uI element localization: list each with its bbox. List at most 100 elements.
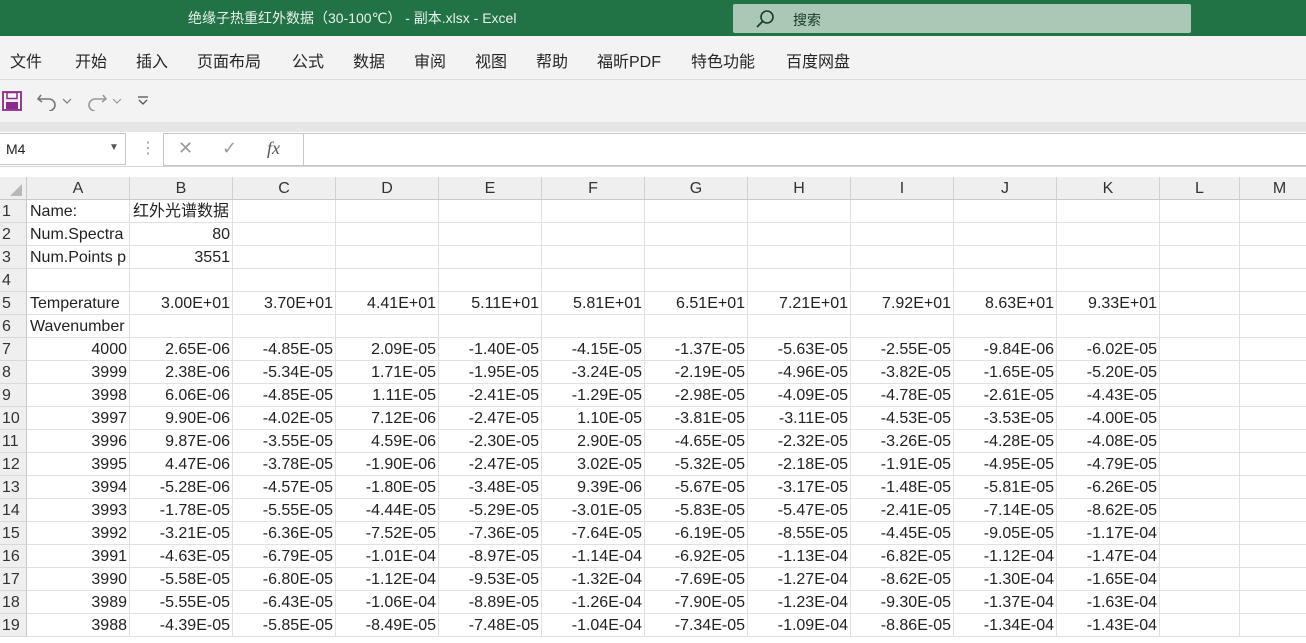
cell-J9[interactable]: -2.61E-05 [954,384,1057,407]
cell-I5[interactable]: 7.92E+01 [851,292,954,315]
cell-K12[interactable]: -4.79E-05 [1057,453,1160,476]
column-header-j[interactable]: J [954,177,1057,200]
cell-F11[interactable]: 2.90E-05 [542,430,645,453]
cell-G18[interactable]: -7.90E-05 [645,591,748,614]
cell-A17[interactable]: 3990 [27,568,130,591]
column-header-k[interactable]: K [1057,177,1160,200]
cancel-icon[interactable]: ✕ [178,138,193,159]
row-header-13[interactable]: 13 [0,476,27,499]
cell-M17[interactable] [1240,568,1306,591]
cell-E7[interactable]: -1.40E-05 [439,338,542,361]
cell-H10[interactable]: -3.11E-05 [748,407,851,430]
cell-B7[interactable]: 2.65E-06 [130,338,233,361]
cell-E6[interactable] [439,315,542,338]
cell-M13[interactable] [1240,476,1306,499]
cell-K11[interactable]: -4.08E-05 [1057,430,1160,453]
cell-M7[interactable] [1240,338,1306,361]
cell-L13[interactable] [1160,476,1240,499]
cell-H4[interactable] [748,269,851,292]
cell-D18[interactable]: -1.06E-04 [336,591,439,614]
cell-E15[interactable]: -7.36E-05 [439,522,542,545]
cell-I4[interactable] [851,269,954,292]
cell-A16[interactable]: 3991 [27,545,130,568]
cell-D11[interactable]: 4.59E-06 [336,430,439,453]
cell-B5[interactable]: 3.00E+01 [130,292,233,315]
row-header-16[interactable]: 16 [0,545,27,568]
cell-I14[interactable]: -2.41E-05 [851,499,954,522]
cell-E11[interactable]: -2.30E-05 [439,430,542,453]
cell-G9[interactable]: -2.98E-05 [645,384,748,407]
cell-C3[interactable] [233,246,336,269]
cell-A2[interactable]: Num.Spectra [27,223,130,246]
cell-L10[interactable] [1160,407,1240,430]
cell-A9[interactable]: 3998 [27,384,130,407]
cell-J2[interactable] [954,223,1057,246]
cell-D17[interactable]: -1.12E-04 [336,568,439,591]
cell-B18[interactable]: -5.55E-05 [130,591,233,614]
cell-H5[interactable]: 7.21E+01 [748,292,851,315]
tab-special-features[interactable]: 特色功能 [691,48,755,72]
column-header-d[interactable]: D [336,177,439,200]
cell-J14[interactable]: -7.14E-05 [954,499,1057,522]
cell-B10[interactable]: 9.90E-06 [130,407,233,430]
cell-E19[interactable]: -7.48E-05 [439,614,542,637]
cell-A1[interactable]: Name: [27,200,130,223]
cell-L9[interactable] [1160,384,1240,407]
cell-H15[interactable]: -8.55E-05 [748,522,851,545]
cell-L6[interactable] [1160,315,1240,338]
tab-review[interactable]: 审阅 [414,48,446,72]
formula-input[interactable] [303,133,1306,166]
column-header-h[interactable]: H [748,177,851,200]
cell-F7[interactable]: -4.15E-05 [542,338,645,361]
cell-I1[interactable] [851,200,954,223]
cell-M14[interactable] [1240,499,1306,522]
cell-M19[interactable] [1240,614,1306,637]
cell-I19[interactable]: -8.86E-05 [851,614,954,637]
cell-D13[interactable]: -1.80E-05 [336,476,439,499]
cell-J17[interactable]: -1.30E-04 [954,568,1057,591]
save-icon[interactable] [2,91,22,111]
cell-M10[interactable] [1240,407,1306,430]
cell-B1[interactable]: 红外光谱数据 [130,200,233,223]
cell-M3[interactable] [1240,246,1306,269]
cell-M11[interactable] [1240,430,1306,453]
cell-F4[interactable] [542,269,645,292]
cell-A4[interactable] [27,269,130,292]
tab-page-layout[interactable]: 页面布局 [197,48,261,72]
cell-F3[interactable] [542,246,645,269]
row-header-4[interactable]: 4 [0,269,27,292]
cell-D15[interactable]: -7.52E-05 [336,522,439,545]
cell-I9[interactable]: -4.78E-05 [851,384,954,407]
cell-K9[interactable]: -4.43E-05 [1057,384,1160,407]
cell-D14[interactable]: -4.44E-05 [336,499,439,522]
cell-I3[interactable] [851,246,954,269]
cell-F5[interactable]: 5.81E+01 [542,292,645,315]
row-header-7[interactable]: 7 [0,338,27,361]
cell-G17[interactable]: -7.69E-05 [645,568,748,591]
cell-H13[interactable]: -3.17E-05 [748,476,851,499]
cell-L2[interactable] [1160,223,1240,246]
cell-G5[interactable]: 6.51E+01 [645,292,748,315]
cell-J1[interactable] [954,200,1057,223]
cell-J11[interactable]: -4.28E-05 [954,430,1057,453]
splitter-handle-icon[interactable]: ⋮ [140,138,156,158]
row-header-1[interactable]: 1 [0,200,27,223]
cell-C12[interactable]: -3.78E-05 [233,453,336,476]
cell-A6[interactable]: Wavenumber [27,315,130,338]
cell-E9[interactable]: -2.41E-05 [439,384,542,407]
cell-M12[interactable] [1240,453,1306,476]
column-header-e[interactable]: E [439,177,542,200]
cell-K14[interactable]: -8.62E-05 [1057,499,1160,522]
tab-view[interactable]: 视图 [475,48,507,72]
cell-J12[interactable]: -4.95E-05 [954,453,1057,476]
cell-D3[interactable] [336,246,439,269]
customize-icon[interactable] [137,95,149,107]
cell-H3[interactable] [748,246,851,269]
cell-D12[interactable]: -1.90E-06 [336,453,439,476]
cell-I8[interactable]: -3.82E-05 [851,361,954,384]
cell-G12[interactable]: -5.32E-05 [645,453,748,476]
cell-E2[interactable] [439,223,542,246]
cell-M9[interactable] [1240,384,1306,407]
cell-F15[interactable]: -7.64E-05 [542,522,645,545]
tab-help[interactable]: 帮助 [536,48,568,72]
